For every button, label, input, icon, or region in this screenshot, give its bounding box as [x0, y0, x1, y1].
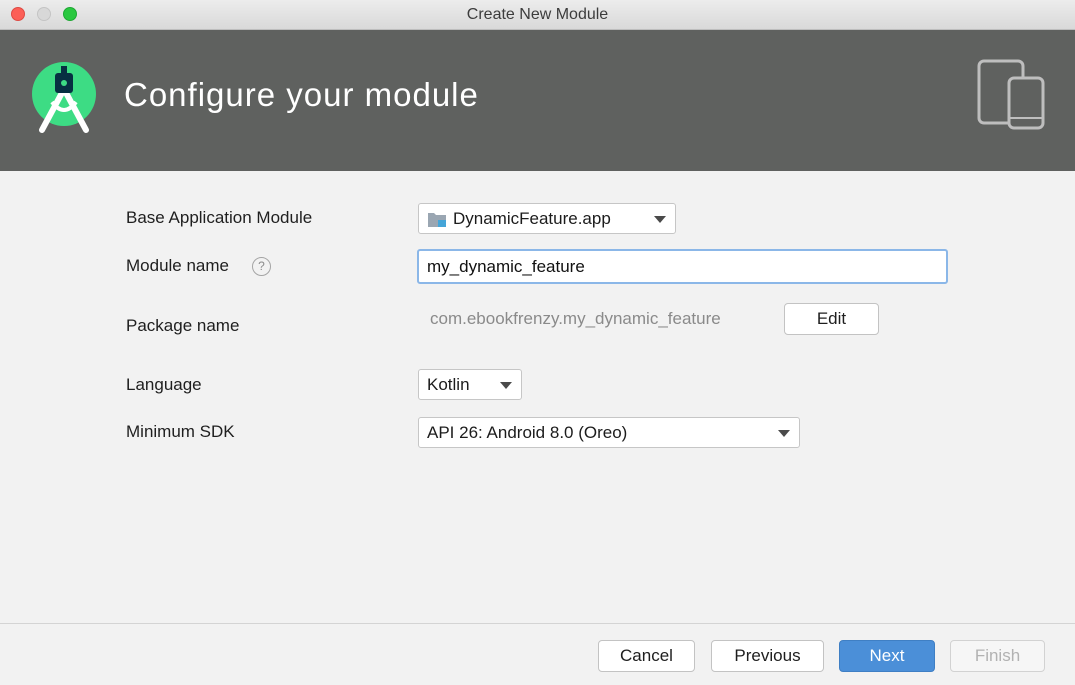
cancel-button[interactable]: Cancel	[598, 640, 695, 672]
android-studio-logo-icon	[32, 62, 96, 133]
min-sdk-dropdown[interactable]: API 26: Android 8.0 (Oreo)	[418, 417, 800, 448]
page-title: Configure your module	[124, 76, 479, 113]
module-folder-icon	[428, 213, 446, 227]
base-module-label: Base Application Module	[126, 208, 313, 227]
title-bar: Create New Module	[0, 0, 1075, 30]
module-name-label: Module name	[126, 256, 230, 275]
package-name-label: Package name	[126, 316, 240, 335]
footer-divider	[0, 623, 1075, 624]
previous-button[interactable]: Previous	[711, 640, 824, 672]
language-dropdown[interactable]: Kotlin	[418, 369, 522, 400]
finish-button[interactable]: Finish	[950, 640, 1045, 672]
tablet-phone-devices-icon	[977, 59, 1045, 130]
package-name-value: com.ebookfrenzy.my_dynamic_feature	[430, 309, 721, 328]
min-sdk-label: Minimum SDK	[126, 422, 235, 441]
create-module-dialog: Create New Module Configure your module …	[0, 0, 1075, 685]
language-label: Language	[126, 375, 202, 394]
base-module-value: DynamicFeature.app	[453, 209, 611, 228]
help-icon[interactable]: ?	[252, 257, 271, 276]
language-value: Kotlin	[427, 375, 470, 394]
base-module-dropdown[interactable]: DynamicFeature.app	[418, 203, 676, 234]
edit-package-button[interactable]: Edit	[784, 303, 879, 335]
chevron-down-icon	[500, 382, 512, 389]
next-button[interactable]: Next	[839, 640, 935, 672]
min-sdk-value: API 26: Android 8.0 (Oreo)	[427, 423, 628, 442]
window-title: Create New Module	[466, 6, 609, 23]
chevron-down-icon	[778, 430, 790, 437]
module-name-input[interactable]	[417, 249, 948, 284]
chevron-down-icon	[654, 216, 666, 223]
